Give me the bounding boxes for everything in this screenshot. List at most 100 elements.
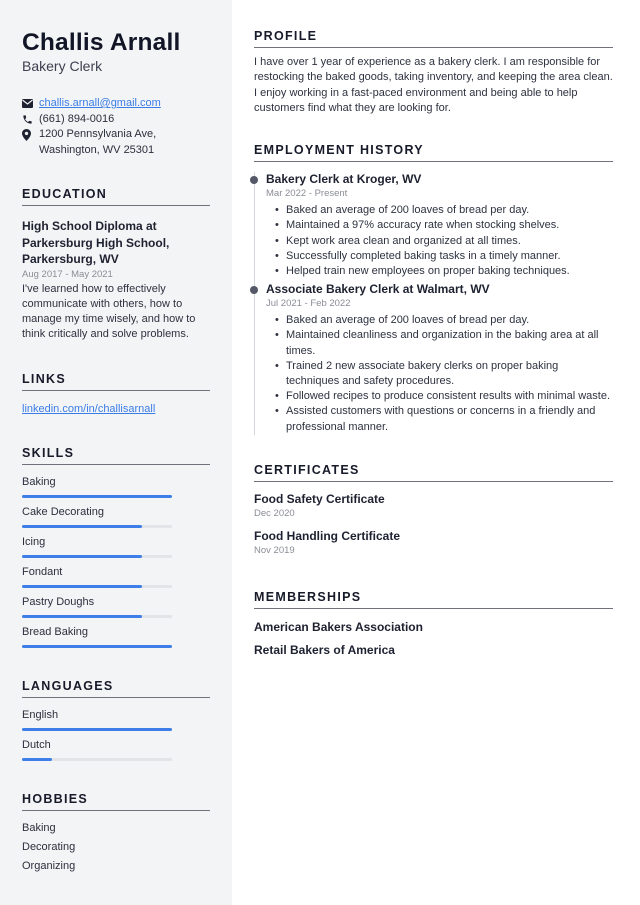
job-bullet: Baked an average of 200 loaves of bread … (275, 313, 613, 328)
hobby-item: Decorating (22, 840, 76, 853)
job-bullet: Helped train new employees on proper bak… (275, 264, 613, 279)
links-heading: LINKS (22, 371, 210, 391)
hobby-item: Organizing (22, 859, 76, 872)
phone-icon (22, 112, 39, 127)
skill-level-bar (22, 644, 172, 648)
skill-level-fill (22, 554, 142, 558)
hobbies-heading: HOBBIES (22, 791, 210, 811)
skill-level-fill (22, 524, 142, 528)
sidebar: Challis Arnall Bakery Clerk challis.arna… (0, 0, 232, 905)
skill-level-bar (22, 614, 172, 618)
email-link[interactable]: challis.arnall@gmail.com (39, 96, 161, 112)
job-entry: Associate Bakery Clerk at Walmart, WV Jul… (250, 282, 613, 435)
job-bullet: Kept work area clean and organized at al… (275, 234, 613, 249)
certificates-heading: CERTIFICATES (254, 462, 613, 482)
language-level-bar (22, 757, 172, 761)
language-name: Dutch (22, 738, 51, 751)
job-bullets: Baked an average of 200 loaves of bread … (266, 203, 613, 279)
profile-section: PROFILE I have over 1 year of experience… (254, 28, 613, 116)
skill-level-bar (22, 554, 172, 558)
languages-heading: LANGUAGES (22, 678, 210, 698)
education-section: EDUCATION High School Diploma at Parkers… (22, 186, 210, 343)
skill-name: Pastry Doughs (22, 595, 95, 608)
employment-section: EMPLOYMENT HISTORY Bakery Clerk at Kroge… (250, 142, 613, 435)
address: 1200 Pennsylvania Ave, Washington, WV 25… (39, 128, 157, 156)
education-description: I've learned how to effectively communic… (22, 282, 196, 341)
skill-item: Baking (22, 475, 210, 498)
job-bullet: Trained 2 new associate bakery clerks on… (275, 359, 613, 389)
memberships-heading: MEMBERSHIPS (254, 589, 613, 609)
job-bullet: Baked an average of 200 loaves of bread … (275, 203, 613, 218)
job-entry: Bakery Clerk at Kroger, WV Mar 2022 - Pre… (250, 172, 613, 279)
timeline-dot-icon (250, 286, 258, 295)
skills-heading: SKILLS (22, 445, 210, 465)
job-bullet: Maintained cleanliness and organization … (275, 328, 613, 358)
skill-name: Icing (22, 535, 46, 548)
hobbies-section: HOBBIES Baking Decorating Organizing (22, 791, 210, 876)
job-bullet: Successfully completed baking tasks in a… (275, 249, 613, 264)
skill-item: Fondant (22, 565, 210, 588)
languages-section: LANGUAGES English Dutch (22, 678, 210, 761)
skill-item: Cake Decorating (22, 505, 210, 528)
skill-level-bar (22, 524, 172, 528)
skill-level-bar (22, 494, 172, 498)
employment-heading: EMPLOYMENT HISTORY (254, 142, 613, 163)
job-title: Associate Bakery Clerk at Walmart, WV (266, 282, 490, 297)
envelope-icon (22, 96, 39, 111)
membership-item: American Bakers Association (254, 619, 423, 634)
linkedin-link[interactable]: linkedin.com/in/challisarnall (22, 402, 210, 417)
contact-details: challis.arnall@gmail.com (661) 894-0016 … (22, 96, 210, 158)
language-level-bar (22, 727, 172, 731)
skill-item: Icing (22, 535, 210, 558)
skill-name: Baking (22, 475, 56, 488)
language-name: English (22, 708, 59, 721)
skill-level-fill (22, 614, 142, 618)
certificate-name: Food Handling Certificate (254, 528, 401, 543)
skill-level-fill (22, 584, 142, 588)
skill-level-fill (22, 644, 172, 648)
education-heading: EDUCATION (22, 186, 210, 206)
employment-timeline: Bakery Clerk at Kroger, WV Mar 2022 - Pre… (250, 172, 613, 435)
job-bullet: Followed recipes to produce consistent r… (275, 389, 613, 404)
skills-list: Baking Cake Decorating Icing Fondant Pastry … (22, 475, 210, 648)
timeline-dot-icon (250, 176, 258, 185)
membership-item: Retail Bakers of America (254, 642, 395, 657)
certificates-section: CERTIFICATES Food Safety Certificate Dec… (254, 462, 613, 558)
candidate-role: Bakery Clerk (22, 58, 103, 74)
timeline-line (254, 172, 255, 435)
main-content: PROFILE I have over 1 year of experience… (232, 0, 640, 905)
phone-number: (661) 894-0016 (39, 112, 115, 125)
skill-item: Bread Baking (22, 625, 210, 648)
contact-address: 1200 Pennsylvania Ave, Washington, WV 25… (22, 127, 210, 158)
languages-list: English Dutch (22, 708, 210, 761)
skill-item: Pastry Doughs (22, 595, 210, 618)
skill-name: Cake Decorating (22, 505, 104, 518)
certificate-date: Dec 2020 (254, 507, 295, 519)
job-bullet: Maintained a 97% accuracy rate when stoc… (275, 218, 613, 233)
education-dates: Aug 2017 - May 2021 (22, 268, 113, 280)
certificate-name: Food Safety Certificate (254, 491, 385, 506)
memberships-section: MEMBERSHIPS American Bakers Association … (254, 589, 613, 658)
hobby-item: Baking (22, 821, 56, 834)
certificate-item: Food Safety Certificate Dec 2020 (254, 491, 613, 521)
links-section: LINKS linkedin.com/in/challisarnall (22, 371, 210, 417)
skill-level-fill (22, 494, 172, 498)
skill-name: Fondant (22, 565, 63, 578)
job-dates: Jul 2021 - Feb 2022 (266, 298, 351, 310)
language-item: English (22, 708, 210, 731)
profile-text: I have over 1 year of experience as a ba… (254, 56, 613, 114)
candidate-name: Challis Arnall (22, 29, 181, 56)
education-degree: High School Diploma at Parkersburg High … (22, 219, 170, 266)
skill-name: Bread Baking (22, 625, 89, 638)
skill-level-bar (22, 584, 172, 588)
jobs-list: Bakery Clerk at Kroger, WV Mar 2022 - Pre… (250, 172, 613, 435)
map-pin-icon (22, 127, 39, 142)
language-level-fill (22, 757, 52, 761)
job-dates: Mar 2022 - Present (266, 188, 348, 200)
profile-heading: PROFILE (254, 28, 613, 48)
job-title: Bakery Clerk at Kroger, WV (266, 172, 422, 187)
contact-phone: (661) 894-0016 (22, 112, 210, 128)
job-bullet: Assisted customers with questions or con… (275, 404, 613, 434)
certificate-date: Nov 2019 (254, 544, 295, 556)
hobbies-list: Baking Decorating Organizing (22, 819, 210, 876)
